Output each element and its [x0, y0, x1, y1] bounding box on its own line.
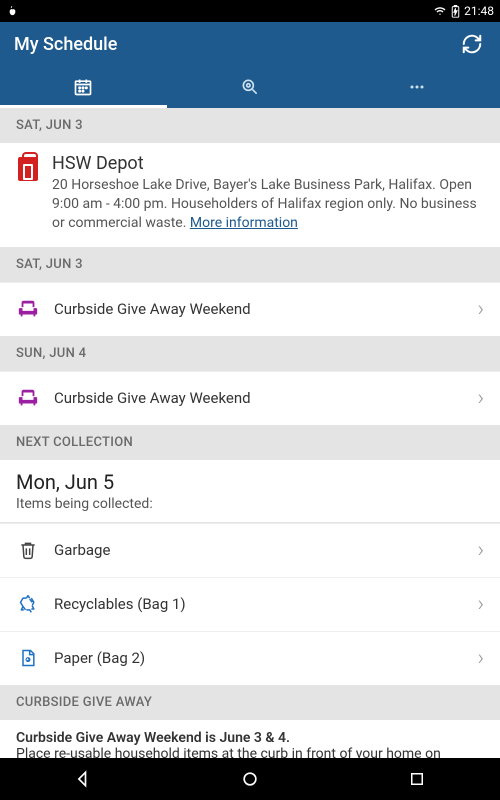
home-button[interactable]	[237, 766, 263, 792]
status-time: 21:48	[464, 4, 494, 18]
next-collection-sub: Items being collected:	[0, 494, 500, 522]
back-button[interactable]	[70, 766, 96, 792]
list-item-label: Curbside Give Away Weekend	[54, 300, 463, 318]
section-header: SAT, JUN 3	[0, 247, 500, 282]
recycle-icon	[16, 592, 40, 616]
depot-description: 20 Horseshoe Lake Drive, Bayer's Lake Bu…	[52, 176, 484, 233]
list-item-label: Garbage	[54, 541, 463, 559]
recent-apps-button[interactable]	[404, 766, 430, 792]
depot-title: HSW Depot	[52, 153, 484, 174]
paper-icon	[16, 646, 40, 670]
tab-more[interactable]	[333, 66, 500, 108]
battery-icon	[451, 5, 460, 18]
chevron-right-icon: ›	[477, 538, 484, 563]
android-nav-bar	[0, 758, 500, 800]
curbside-info: Curbside Give Away Weekend is June 3 & 4…	[0, 720, 500, 758]
wifi-icon	[433, 5, 447, 17]
list-item-curbside[interactable]: Curbside Give Away Weekend ›	[0, 282, 500, 336]
trash-icon	[16, 538, 40, 562]
refresh-button[interactable]	[458, 30, 486, 58]
section-header: SAT, JUN 3	[0, 108, 500, 143]
status-bar: 21:48	[0, 0, 500, 22]
list-item-curbside[interactable]: Curbside Give Away Weekend ›	[0, 371, 500, 425]
schedule-content[interactable]: SAT, JUN 3 HSW Depot 20 Horseshoe Lake D…	[0, 108, 500, 758]
list-item-paper[interactable]: Paper (Bag 2) ›	[0, 631, 500, 685]
list-item-label: Curbside Give Away Weekend	[54, 389, 463, 407]
fuel-can-icon	[18, 157, 38, 181]
chevron-right-icon: ›	[477, 592, 484, 617]
chevron-right-icon: ›	[477, 646, 484, 671]
chevron-right-icon: ›	[477, 297, 484, 322]
more-information-link[interactable]: More information	[190, 215, 298, 231]
section-header: CURBSIDE GIVE AWAY	[0, 685, 500, 720]
list-item-garbage[interactable]: Garbage ›	[0, 523, 500, 577]
list-item-label: Paper (Bag 2)	[54, 649, 463, 667]
tab-bar	[0, 66, 500, 108]
chevron-right-icon: ›	[477, 386, 484, 411]
section-header: NEXT COLLECTION	[0, 425, 500, 460]
next-collection-date: Mon, Jun 5	[0, 460, 500, 494]
tab-search[interactable]	[167, 66, 334, 108]
chair-icon	[16, 297, 40, 321]
list-item-label: Recyclables (Bag 1)	[54, 595, 463, 613]
page-title: My Schedule	[14, 34, 117, 55]
chair-icon	[16, 386, 40, 410]
depot-row[interactable]: HSW Depot 20 Horseshoe Lake Drive, Bayer…	[0, 143, 500, 247]
section-header: SUN, JUN 4	[0, 336, 500, 371]
apple-icon	[6, 5, 18, 17]
tab-calendar[interactable]	[0, 66, 167, 108]
app-header: My Schedule	[0, 22, 500, 108]
list-item-recyclables[interactable]: Recyclables (Bag 1) ›	[0, 577, 500, 631]
